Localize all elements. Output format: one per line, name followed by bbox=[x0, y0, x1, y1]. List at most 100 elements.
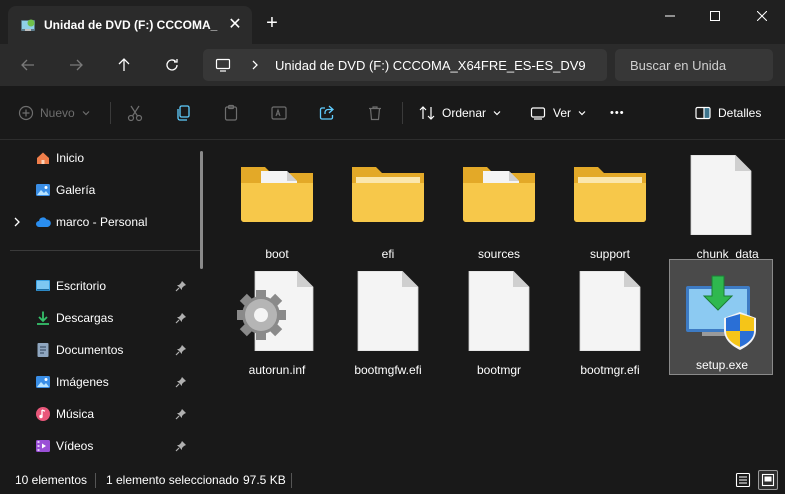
tab-dvd-drive[interactable]: Unidad de DVD (F:) CCCOMA_ ✕ bbox=[8, 6, 252, 44]
file-item-bootmgfw[interactable]: bootmgfw.efi bbox=[336, 265, 440, 381]
breadcrumb-path[interactable]: Unidad de DVD (F:) CCCOMA_X64FRE_ES-ES_D… bbox=[275, 58, 586, 73]
clipboard-icon bbox=[224, 104, 238, 121]
sidebar-item-onedrive[interactable]: marco - Personal bbox=[0, 208, 200, 236]
maximize-button[interactable] bbox=[692, 0, 738, 32]
file-item-efi[interactable]: efi bbox=[336, 149, 440, 265]
toolbar-divider bbox=[110, 102, 111, 124]
refresh-button[interactable] bbox=[160, 53, 184, 77]
navigation-pane: Inicio Galería marco - Personal Escritor… bbox=[0, 141, 210, 466]
sidebar-item-home[interactable]: Inicio bbox=[0, 144, 200, 172]
sidebar-item-downloads[interactable]: Descargas bbox=[0, 304, 200, 332]
file-item-bootmgr[interactable]: bootmgr bbox=[447, 265, 551, 381]
item-count: 10 elementos bbox=[15, 473, 88, 487]
cut-button[interactable] bbox=[126, 101, 144, 125]
blank-file-icon bbox=[357, 271, 419, 351]
sidebar-item-music[interactable]: Música bbox=[0, 400, 200, 428]
status-divider bbox=[95, 473, 96, 488]
back-button[interactable] bbox=[16, 53, 40, 77]
file-item-support[interactable]: support bbox=[558, 149, 662, 265]
sidebar-item-pictures[interactable]: Imágenes bbox=[0, 368, 200, 396]
status-bar: 10 elementos 1 elemento seleccionado 97.… bbox=[0, 466, 785, 494]
file-item-autorun[interactable]: autorun.inf bbox=[225, 265, 329, 381]
view-icon bbox=[530, 107, 546, 120]
selection-size: 97.5 KB bbox=[243, 473, 286, 487]
minimize-button[interactable] bbox=[647, 0, 693, 32]
refresh-icon bbox=[166, 59, 178, 71]
file-name: setup.exe bbox=[695, 358, 749, 372]
sidebar-divider bbox=[10, 250, 200, 251]
file-item-bootmgr-efi[interactable]: bootmgr.efi bbox=[558, 265, 662, 381]
pin-icon[interactable] bbox=[175, 408, 187, 420]
file-item-chunk-data[interactable]: __chunk_data bbox=[669, 149, 773, 265]
share-button[interactable] bbox=[318, 101, 336, 125]
new-tab-button[interactable]: + bbox=[262, 13, 282, 33]
blank-file-icon bbox=[690, 155, 752, 235]
documents-icon bbox=[37, 343, 49, 357]
sidebar-item-label: Documentos bbox=[56, 343, 124, 357]
chevron-right-icon[interactable] bbox=[12, 216, 22, 228]
settings-file-icon bbox=[237, 271, 314, 351]
file-item-setup-exe[interactable]: setup.exe bbox=[669, 259, 773, 375]
maximize-icon bbox=[710, 11, 720, 21]
file-list-area: boot efi sources support __chunk_data au… bbox=[210, 141, 785, 466]
sidebar-item-label: Escritorio bbox=[56, 279, 107, 293]
pin-icon[interactable] bbox=[175, 440, 187, 452]
details-view-icon bbox=[735, 472, 751, 488]
pin-icon[interactable] bbox=[175, 376, 187, 388]
close-tab-icon[interactable]: ✕ bbox=[226, 16, 244, 34]
sidebar-item-gallery[interactable]: Galería bbox=[0, 176, 200, 204]
file-item-sources[interactable]: sources bbox=[447, 149, 551, 265]
setup-installer-icon bbox=[686, 275, 756, 350]
minimize-icon bbox=[665, 15, 675, 17]
pin-icon[interactable] bbox=[175, 344, 187, 356]
chevron-right-icon[interactable] bbox=[249, 57, 261, 73]
large-icons-view-button[interactable] bbox=[758, 470, 778, 490]
videos-icon bbox=[36, 440, 50, 452]
more-options-button[interactable]: ••• bbox=[610, 101, 625, 125]
home-icon bbox=[37, 152, 49, 164]
share-icon bbox=[319, 105, 334, 120]
new-button[interactable]: Nuevo bbox=[18, 101, 91, 125]
pin-icon[interactable] bbox=[175, 280, 187, 292]
paste-button[interactable] bbox=[222, 101, 240, 125]
view-label: Ver bbox=[553, 106, 572, 120]
blank-file-icon bbox=[468, 271, 530, 351]
sidebar-item-desktop[interactable]: Escritorio bbox=[0, 272, 200, 300]
pin-icon[interactable] bbox=[175, 312, 187, 324]
sidebar-item-documents[interactable]: Documentos bbox=[0, 336, 200, 364]
search-input[interactable] bbox=[615, 49, 773, 81]
folder-icon bbox=[463, 167, 535, 222]
details-button[interactable]: Detalles bbox=[694, 101, 761, 125]
new-label: Nuevo bbox=[40, 106, 75, 120]
search-box[interactable] bbox=[615, 49, 773, 81]
close-window-button[interactable] bbox=[739, 0, 785, 32]
title-bar: Unidad de DVD (F:) CCCOMA_ ✕ + bbox=[0, 0, 785, 44]
details-pane-icon bbox=[695, 106, 711, 120]
sort-button[interactable]: Ordenar bbox=[418, 101, 502, 125]
computer-icon bbox=[215, 58, 231, 72]
delete-button[interactable] bbox=[366, 101, 384, 125]
file-name: boot bbox=[265, 247, 289, 261]
rename-button[interactable] bbox=[270, 101, 288, 125]
sidebar-item-videos[interactable]: Vídeos bbox=[0, 432, 200, 460]
address-bar[interactable]: Unidad de DVD (F:) CCCOMA_X64FRE_ES-ES_D… bbox=[203, 49, 607, 81]
sidebar-item-label: Descargas bbox=[56, 311, 114, 325]
plus-circle-icon bbox=[18, 105, 34, 121]
view-button[interactable]: Ver bbox=[529, 101, 587, 125]
up-button[interactable] bbox=[112, 53, 136, 77]
arrow-right-icon bbox=[70, 59, 83, 71]
tab-title: Unidad de DVD (F:) CCCOMA_ bbox=[44, 18, 218, 32]
forward-button[interactable] bbox=[64, 53, 88, 77]
file-name: support bbox=[589, 247, 631, 261]
toolbar-divider bbox=[402, 102, 403, 124]
sidebar-scrollbar[interactable] bbox=[200, 151, 203, 269]
copy-button[interactable] bbox=[174, 101, 192, 125]
onedrive-cloud-icon bbox=[36, 217, 51, 227]
file-item-boot[interactable]: boot bbox=[225, 149, 329, 265]
sidebar-item-label: Vídeos bbox=[56, 439, 94, 453]
downloads-icon bbox=[37, 311, 49, 325]
details-view-button[interactable] bbox=[733, 470, 753, 490]
folder-icon bbox=[352, 167, 424, 222]
gallery-icon bbox=[36, 184, 50, 196]
music-icon bbox=[36, 407, 50, 421]
